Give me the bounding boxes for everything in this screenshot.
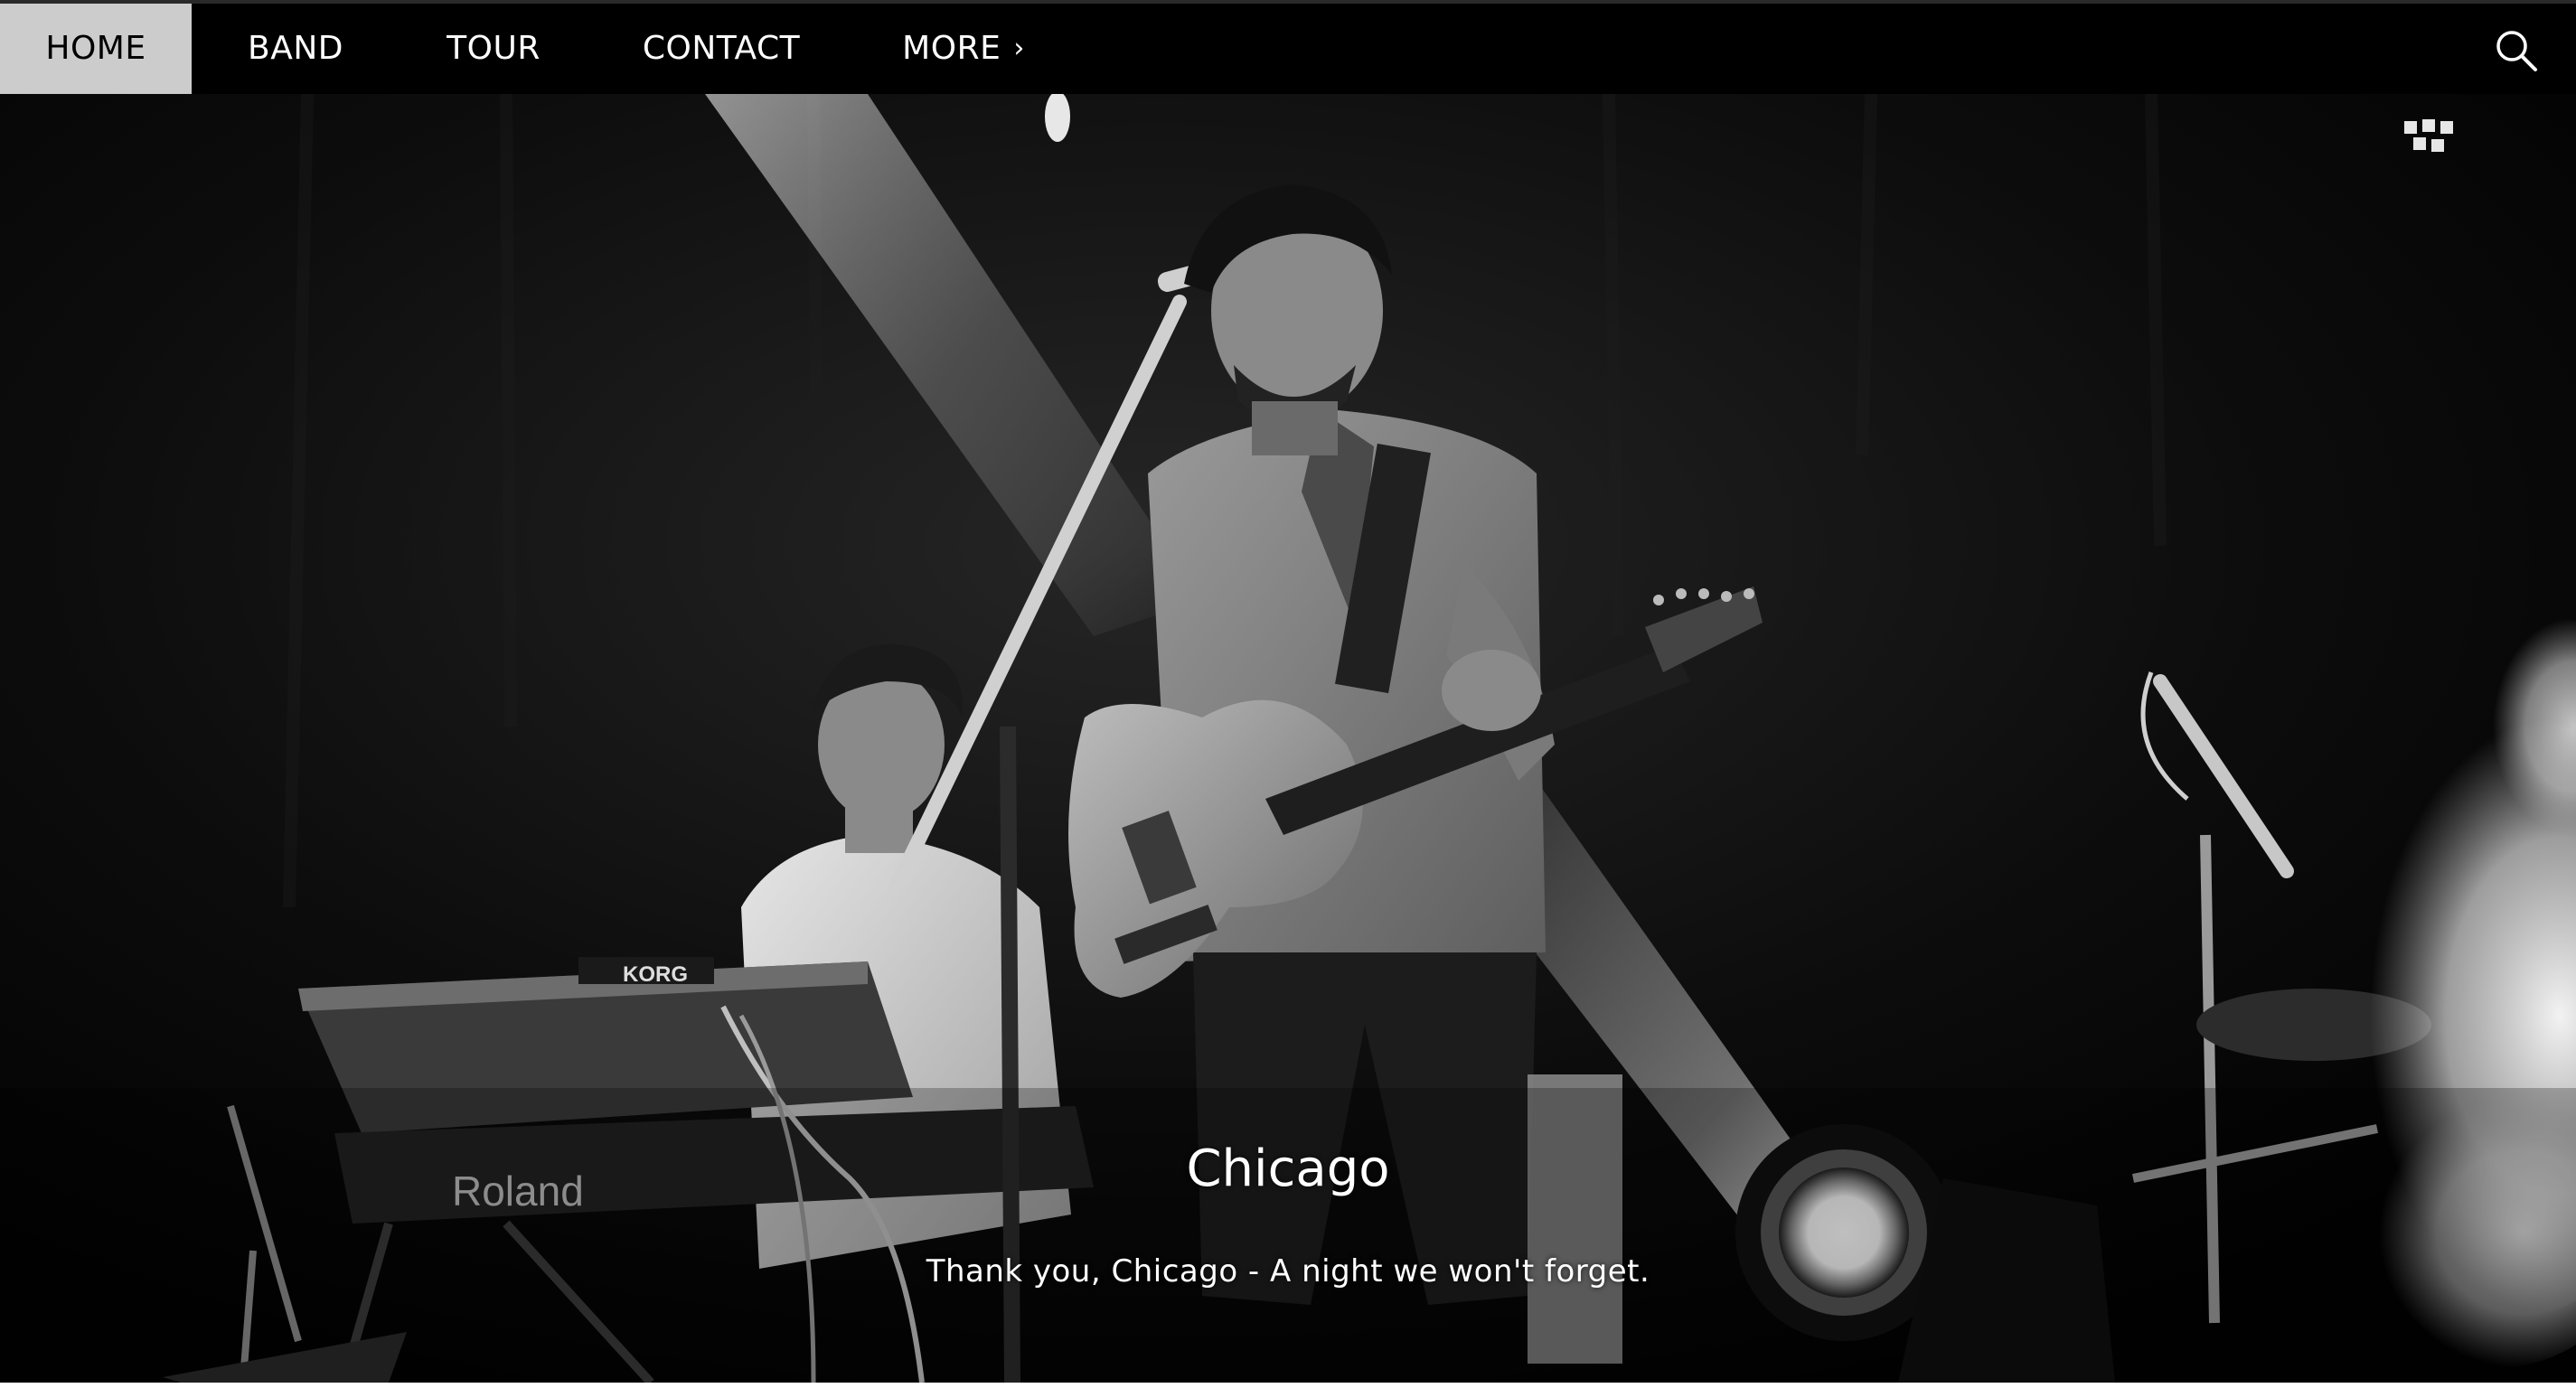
top-navbar: HOME BAND TOUR CONTACT MORE › <box>0 4 2576 94</box>
nav-item-more[interactable]: MORE › <box>855 4 1072 94</box>
nav-item-home[interactable]: HOME <box>0 4 192 94</box>
search-icon <box>2496 31 2537 71</box>
bottom-divider <box>0 1383 2576 1388</box>
slide-caption-text: Thank you, Chicago - A night we won't fo… <box>926 1253 1650 1290</box>
search-button[interactable] <box>2493 27 2540 74</box>
nav-item-contact[interactable]: CONTACT <box>588 4 855 94</box>
hero-slide: KORG Roland Chicago Thank you, Chicago -… <box>0 94 2576 1383</box>
nav-item-more-label: MORE <box>902 30 1001 67</box>
nav-item-band[interactable]: BAND <box>192 4 400 94</box>
keyboard-brand-label: KORG <box>623 962 688 987</box>
page: HOME BAND TOUR CONTACT MORE › KORG Rolan… <box>0 0 2576 1388</box>
slide-caption-title: Chicago <box>1186 1139 1390 1198</box>
nav-item-tour[interactable]: TOUR <box>400 4 588 94</box>
chevron-right-icon: › <box>1013 33 1025 64</box>
